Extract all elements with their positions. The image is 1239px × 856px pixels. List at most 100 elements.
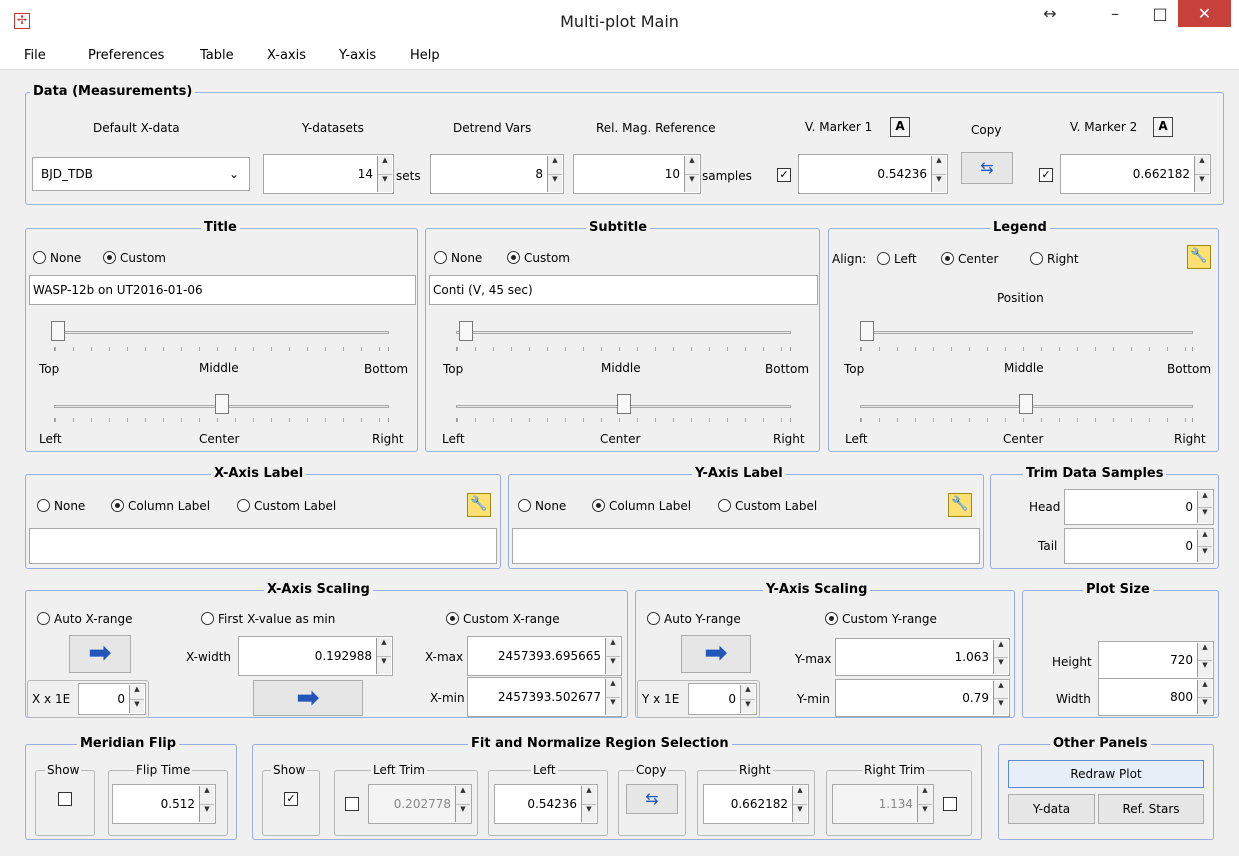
meridian-show-checkbox[interactable] bbox=[58, 792, 72, 806]
x-width-spinner[interactable]: ▲ ▼ bbox=[376, 638, 391, 674]
right-spinner[interactable]: ▲ ▼ bbox=[792, 786, 807, 822]
spin-up-icon[interactable]: ▲ bbox=[456, 786, 470, 805]
spin-down-icon[interactable]: ▼ bbox=[1198, 507, 1212, 523]
v-marker-1-input[interactable]: 0.54236 ▲ ▼ bbox=[798, 154, 948, 194]
y-min-input[interactable]: 0.79 ▲ ▼ bbox=[835, 679, 1010, 717]
spin-down-icon[interactable]: ▼ bbox=[130, 699, 144, 713]
maximize-button[interactable]: □ bbox=[1140, 0, 1180, 30]
v-marker-2-input[interactable]: 0.662182 ▲ ▼ bbox=[1060, 154, 1211, 194]
subtitle-input[interactable]: Conti (V, 45 sec) bbox=[429, 275, 818, 305]
x-max-input[interactable]: 2457393.695665 ▲ ▼ bbox=[467, 636, 622, 676]
default-x-select[interactable]: BJD_TDB ⌄ bbox=[32, 157, 250, 191]
tail-input[interactable]: 0 ▲ ▼ bbox=[1064, 528, 1214, 564]
left-trim-checkbox[interactable] bbox=[345, 797, 359, 811]
subtitle-none-radio[interactable]: None bbox=[434, 250, 482, 266]
spin-down-icon[interactable]: ▼ bbox=[1198, 546, 1212, 562]
height-spinner[interactable]: ▲ ▼ bbox=[1197, 643, 1212, 677]
spin-down-icon[interactable]: ▼ bbox=[932, 174, 946, 192]
y-min-spinner[interactable]: ▲ ▼ bbox=[993, 681, 1008, 715]
y-data-button[interactable]: Y-data bbox=[1008, 794, 1095, 824]
spin-up-icon[interactable]: ▲ bbox=[1198, 491, 1212, 508]
spin-up-icon[interactable]: ▲ bbox=[685, 156, 699, 175]
y-1e-spinner[interactable]: ▲ ▼ bbox=[740, 685, 755, 713]
right-trim-checkbox[interactable] bbox=[943, 797, 957, 811]
spin-down-icon[interactable]: ▼ bbox=[377, 656, 391, 674]
v-marker-1-a-button[interactable]: A bbox=[890, 117, 910, 137]
left-trim-input[interactable]: 0.202778 ▲ ▼ bbox=[368, 784, 472, 824]
spin-up-icon[interactable]: ▲ bbox=[378, 156, 392, 175]
custom-y-range-radio[interactable]: Custom Y-range bbox=[825, 611, 937, 627]
menu-table[interactable]: Table bbox=[200, 48, 234, 63]
spin-down-icon[interactable]: ▼ bbox=[793, 804, 807, 822]
y-max-input[interactable]: 1.063 ▲ ▼ bbox=[835, 638, 1010, 676]
spin-down-icon[interactable]: ▼ bbox=[606, 697, 620, 715]
x-width-input[interactable]: 0.192988 ▲ ▼ bbox=[238, 636, 393, 676]
x-max-spinner[interactable]: ▲ ▼ bbox=[605, 638, 620, 674]
spin-up-icon[interactable]: ▲ bbox=[1198, 643, 1212, 661]
wrench-icon[interactable]: 🔧 bbox=[948, 493, 972, 517]
spin-up-icon[interactable]: ▲ bbox=[200, 786, 214, 805]
spin-down-icon[interactable]: ▼ bbox=[741, 699, 755, 713]
y-label-none-radio[interactable]: None bbox=[518, 498, 566, 514]
width-spinner[interactable]: ▲ ▼ bbox=[1197, 680, 1212, 714]
detrend-input[interactable]: 8 ▲ ▼ bbox=[430, 154, 564, 194]
spin-down-icon[interactable]: ▼ bbox=[685, 174, 699, 192]
x-1e-input[interactable]: 0 ▲ ▼ bbox=[78, 683, 146, 715]
legend-left-radio[interactable]: Left bbox=[877, 251, 917, 267]
menu-help[interactable]: Help bbox=[410, 48, 440, 63]
spin-down-icon[interactable]: ▼ bbox=[582, 804, 596, 822]
subtitle-custom-radio[interactable]: Custom bbox=[507, 250, 570, 266]
menu-y-axis[interactable]: Y-axis bbox=[339, 48, 376, 63]
right-trim-input[interactable]: 1.134 ▲ ▼ bbox=[832, 784, 934, 824]
y-datasets-input[interactable]: 14 ▲ ▼ bbox=[263, 154, 394, 194]
v-marker-2-a-button[interactable]: A bbox=[1153, 117, 1173, 137]
spin-up-icon[interactable]: ▲ bbox=[994, 640, 1008, 658]
wrench-icon[interactable]: 🔧 bbox=[467, 493, 491, 517]
spin-down-icon[interactable]: ▼ bbox=[456, 804, 470, 822]
close-button[interactable]: ✕ bbox=[1178, 0, 1231, 27]
x-label-custom-radio[interactable]: Custom Label bbox=[237, 498, 336, 514]
v-marker-2-spinner[interactable]: ▲ ▼ bbox=[1194, 156, 1209, 192]
auto-x-range-radio[interactable]: Auto X-range bbox=[37, 611, 133, 627]
width-input[interactable]: 800 ▲ ▼ bbox=[1098, 678, 1214, 716]
spin-up-icon[interactable]: ▲ bbox=[918, 786, 932, 805]
title-custom-radio[interactable]: Custom bbox=[103, 250, 166, 266]
y-datasets-spinner[interactable]: ▲ ▼ bbox=[377, 156, 392, 192]
x-min-spinner[interactable]: ▲ ▼ bbox=[605, 679, 620, 715]
y-axis-label-input[interactable] bbox=[512, 528, 980, 564]
head-spinner[interactable]: ▲ ▼ bbox=[1197, 491, 1212, 523]
title-vertical-slider-track[interactable] bbox=[54, 331, 389, 334]
ref-stars-button[interactable]: Ref. Stars bbox=[1098, 794, 1204, 824]
fit-show-checkbox[interactable]: ✓ bbox=[284, 792, 298, 806]
x-label-none-radio[interactable]: None bbox=[37, 498, 85, 514]
spin-down-icon[interactable]: ▼ bbox=[994, 657, 1008, 674]
spin-down-icon[interactable]: ▼ bbox=[1198, 660, 1212, 677]
wrench-icon[interactable]: 🔧 bbox=[1187, 245, 1211, 269]
x-axis-label-input[interactable] bbox=[29, 528, 497, 564]
subtitle-vertical-slider-track[interactable] bbox=[456, 331, 791, 334]
spin-up-icon[interactable]: ▲ bbox=[377, 638, 391, 657]
legend-right-radio[interactable]: Right bbox=[1030, 251, 1079, 267]
rel-mag-input[interactable]: 10 ▲ ▼ bbox=[573, 154, 701, 194]
title-input[interactable]: WASP-12b on UT2016-01-06 bbox=[29, 275, 416, 305]
swap-arrows-icon[interactable]: ⇆ bbox=[626, 784, 678, 814]
menu-x-axis[interactable]: X-axis bbox=[267, 48, 306, 63]
spin-down-icon[interactable]: ▼ bbox=[994, 698, 1008, 715]
spin-down-icon[interactable]: ▼ bbox=[200, 804, 214, 822]
legend-horizontal-slider-thumb[interactable] bbox=[1019, 394, 1033, 414]
arrow-right-icon[interactable]: ➡ bbox=[69, 635, 131, 673]
subtitle-vertical-slider-thumb[interactable] bbox=[459, 321, 473, 341]
spin-up-icon[interactable]: ▲ bbox=[606, 679, 620, 698]
flip-time-spinner[interactable]: ▲ ▼ bbox=[199, 786, 214, 822]
subtitle-horizontal-slider-thumb[interactable] bbox=[617, 394, 631, 414]
x-min-input[interactable]: 2457393.502677 ▲ ▼ bbox=[467, 677, 622, 717]
title-none-radio[interactable]: None bbox=[33, 250, 81, 266]
left-input[interactable]: 0.54236 ▲ ▼ bbox=[494, 784, 598, 824]
spin-up-icon[interactable]: ▲ bbox=[606, 638, 620, 657]
resize-icon[interactable]: ↔ bbox=[1030, 0, 1070, 30]
y-max-spinner[interactable]: ▲ ▼ bbox=[993, 640, 1008, 674]
spin-up-icon[interactable]: ▲ bbox=[1198, 680, 1212, 698]
legend-vertical-slider-thumb[interactable] bbox=[860, 321, 874, 341]
flip-time-input[interactable]: 0.512 ▲ ▼ bbox=[112, 784, 216, 824]
detrend-spinner[interactable]: ▲ ▼ bbox=[547, 156, 562, 192]
